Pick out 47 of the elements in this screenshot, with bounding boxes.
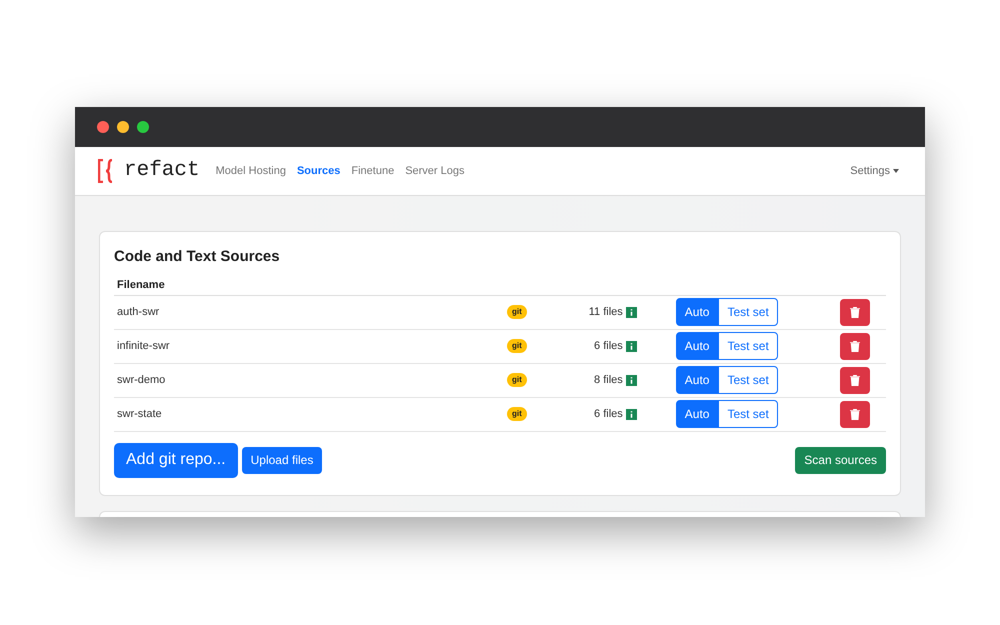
- mode-toggle[interactable]: Test set: [718, 366, 778, 394]
- scan-button[interactable]: Scan sources: [795, 446, 886, 474]
- info-icon[interactable]: [626, 374, 637, 386]
- info-icon[interactable]: [626, 340, 637, 352]
- mode-toggle[interactable]: Test set: [718, 400, 778, 428]
- column-header: Filename: [117, 278, 165, 294]
- file-count: 8 files: [594, 372, 623, 388]
- nav-link[interactable]: Server Logs: [405, 162, 464, 180]
- file-count: 6 files: [594, 338, 623, 354]
- mode-toggle[interactable]: Test set: [718, 298, 778, 326]
- trash-icon: [850, 408, 860, 420]
- trash-icon: [850, 306, 860, 318]
- delete-button[interactable]: [840, 298, 870, 326]
- caret-icon: [893, 169, 899, 173]
- trash-icon: [850, 340, 860, 352]
- info-icon[interactable]: [626, 408, 637, 420]
- mode-toggle[interactable]: Auto: [676, 298, 718, 326]
- info-icon[interactable]: [626, 306, 637, 318]
- maximize-button[interactable]: [137, 121, 149, 133]
- tag-badge: git: [507, 339, 527, 353]
- filename-cell-text: auth-swr: [117, 304, 160, 320]
- brand-name[interactable]: refact: [124, 155, 200, 187]
- mode-toggle[interactable]: Auto: [676, 366, 718, 394]
- mode-toggle[interactable]: Test set: [718, 332, 778, 360]
- delete-button[interactable]: [840, 332, 870, 360]
- tag-badge: git: [507, 407, 527, 421]
- file-count: 6 files: [594, 406, 623, 422]
- add-repo-button[interactable]: Add git repo...: [114, 442, 238, 478]
- tag-badge: git: [507, 373, 527, 387]
- close-button[interactable]: [97, 121, 109, 133]
- nav-link[interactable]: Model Hosting: [216, 162, 286, 180]
- trash-icon: [850, 374, 860, 386]
- settings-dropdown[interactable]: Settings: [850, 162, 899, 180]
- mode-toggle[interactable]: Auto: [676, 400, 718, 428]
- minimize-button[interactable]: [117, 121, 129, 133]
- file-count: 11 files: [588, 304, 623, 320]
- delete-button[interactable]: [840, 400, 870, 428]
- upload-button[interactable]: Upload files: [242, 446, 322, 474]
- mode-toggle[interactable]: Auto: [676, 332, 718, 360]
- nav-link[interactable]: Sources: [296, 162, 340, 180]
- filename-cell-text: swr-demo: [117, 372, 166, 388]
- filename-cell-text: swr-state: [117, 406, 163, 422]
- nav-link[interactable]: Finetune: [351, 162, 394, 180]
- delete-button[interactable]: [840, 366, 870, 394]
- filename-cell-text: infinite-swr: [117, 338, 171, 354]
- tag-badge: git: [507, 305, 527, 319]
- card-title: Code and Text Sources: [114, 247, 281, 267]
